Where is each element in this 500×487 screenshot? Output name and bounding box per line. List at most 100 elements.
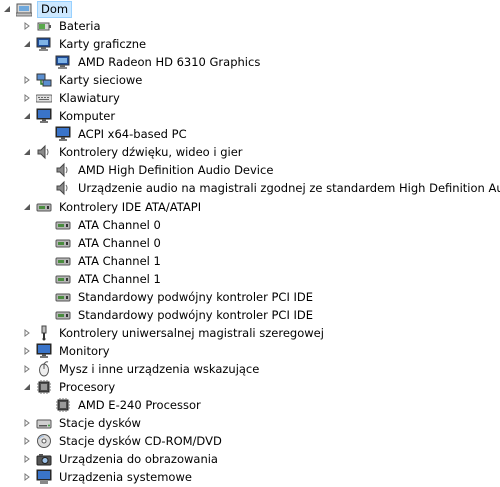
computer-icon bbox=[15, 1, 33, 17]
tree-category-node[interactable]: Kontrolery dźwięku, wideo i gier bbox=[22, 143, 245, 161]
tree-category-node[interactable]: Procesory bbox=[22, 378, 117, 396]
tree-node-label: AMD E-240 Processor bbox=[78, 398, 201, 412]
tree-node-label: Standardowy podwójny kontroler PCI IDE bbox=[78, 308, 314, 322]
tree-root[interactable]: Dom bbox=[2, 0, 73, 18]
tree-node-label: Stacje dysków CD-ROM/DVD bbox=[59, 434, 222, 448]
tree-node-label: Urządzenia systemowe bbox=[59, 470, 192, 484]
cdrom-icon bbox=[35, 433, 53, 449]
expand-arrow-icon[interactable] bbox=[22, 450, 32, 468]
tree-node-label: Komputer bbox=[59, 109, 116, 123]
tree-device-node[interactable]: ATA Channel 0 bbox=[41, 216, 163, 234]
expand-arrow-icon[interactable] bbox=[22, 360, 32, 378]
ide-controller-icon bbox=[54, 217, 72, 233]
tree-device-node[interactable]: Standardowy podwójny kontroler PCI IDE bbox=[41, 288, 315, 306]
ide-controller-icon bbox=[54, 235, 72, 251]
tree-node-label: ATA Channel 1 bbox=[78, 254, 161, 268]
collapse-arrow-icon[interactable] bbox=[22, 198, 32, 216]
expand-arrow-icon[interactable] bbox=[22, 71, 32, 89]
expand-arrow-icon[interactable] bbox=[22, 432, 32, 450]
tree-node-label: ACPI x64-based PC bbox=[78, 127, 187, 141]
expand-arrow-icon[interactable] bbox=[22, 17, 32, 35]
collapse-arrow-icon[interactable] bbox=[2, 0, 12, 18]
tree-category-node[interactable]: Stacje dysków CD-ROM/DVD bbox=[22, 432, 224, 450]
tree-node-label: Stacje dysków bbox=[59, 416, 141, 430]
battery-icon bbox=[35, 18, 53, 34]
tree-category-node[interactable]: Monitory bbox=[22, 342, 112, 360]
tree-device-node[interactable]: AMD High Definition Audio Device bbox=[41, 161, 275, 179]
expand-arrow-icon[interactable] bbox=[22, 324, 32, 342]
speaker-icon bbox=[54, 162, 72, 178]
disk-drive-icon bbox=[35, 415, 53, 431]
ide-controller-icon bbox=[54, 289, 72, 305]
tree-node-label: Monitory bbox=[59, 344, 110, 358]
collapse-arrow-icon[interactable] bbox=[22, 35, 32, 53]
tree-category-node[interactable]: Bateria bbox=[22, 17, 103, 35]
tree-node-label: Karty sieciowe bbox=[59, 73, 143, 87]
tree-node-label: Kontrolery IDE ATA/ATAPI bbox=[59, 200, 202, 214]
tree-category-node[interactable]: Urządzenia do obrazowania bbox=[22, 450, 220, 468]
speaker-icon bbox=[54, 180, 72, 196]
processor-icon bbox=[54, 397, 72, 413]
expand-arrow-icon[interactable] bbox=[22, 89, 32, 107]
expand-arrow-icon[interactable] bbox=[22, 414, 32, 432]
tree-node-label: ATA Channel 0 bbox=[78, 236, 161, 250]
tree-device-node[interactable]: Urządzenie audio na magistrali zgodnej z… bbox=[41, 179, 500, 197]
tree-category-node[interactable]: Karty graficzne bbox=[22, 35, 148, 53]
collapse-arrow-icon[interactable] bbox=[22, 378, 32, 396]
system-device-icon bbox=[35, 469, 53, 485]
tree-device-node[interactable]: ATA Channel 0 bbox=[41, 234, 163, 252]
tree-node-label: AMD High Definition Audio Device bbox=[78, 163, 274, 177]
monitor-icon bbox=[35, 108, 53, 124]
monitor-icon bbox=[35, 343, 53, 359]
network-adapter-icon bbox=[35, 72, 53, 88]
monitor-icon bbox=[54, 126, 72, 142]
tree-device-node[interactable]: ACPI x64-based PC bbox=[41, 125, 189, 143]
tree-category-node[interactable]: Urządzenia systemowe bbox=[22, 468, 194, 486]
tree-node-label: Karty graficzne bbox=[59, 37, 147, 51]
tree-device-node[interactable]: ATA Channel 1 bbox=[41, 270, 163, 288]
tree-category-node[interactable]: Komputer bbox=[22, 107, 117, 125]
tree-root-label: Dom bbox=[37, 0, 73, 18]
tree-device-node[interactable]: Standardowy podwójny kontroler PCI IDE bbox=[41, 306, 315, 324]
camera-icon bbox=[35, 451, 53, 467]
tree-device-node[interactable]: ATA Channel 1 bbox=[41, 252, 163, 270]
tree-category-node[interactable]: Karty sieciowe bbox=[22, 71, 144, 89]
mouse-icon bbox=[35, 361, 53, 377]
tree-node-label: Procesory bbox=[59, 380, 116, 394]
tree-node-label: AMD Radeon HD 6310 Graphics bbox=[78, 55, 261, 69]
collapse-arrow-icon[interactable] bbox=[22, 143, 32, 161]
display-adapter-icon bbox=[54, 54, 72, 70]
tree-node-label: Standardowy podwójny kontroler PCI IDE bbox=[78, 290, 314, 304]
tree-node-label: Kontrolery uniwersalnej magistrali szere… bbox=[59, 326, 324, 340]
ide-controller-icon bbox=[35, 199, 53, 215]
ide-controller-icon bbox=[54, 307, 72, 323]
tree-device-node[interactable]: AMD E-240 Processor bbox=[41, 396, 203, 414]
tree-category-node[interactable]: Mysz i inne urządzenia wskazujące bbox=[22, 360, 261, 378]
tree-node-label: Urządzenia do obrazowania bbox=[59, 452, 218, 466]
tree-category-node[interactable]: Kontrolery IDE ATA/ATAPI bbox=[22, 198, 203, 216]
expand-arrow-icon[interactable] bbox=[22, 468, 32, 486]
tree-category-node[interactable]: Klawiatury bbox=[22, 89, 122, 107]
collapse-arrow-icon[interactable] bbox=[22, 107, 32, 125]
tree-category-node[interactable]: Stacje dysków bbox=[22, 414, 143, 432]
ide-controller-icon bbox=[54, 271, 72, 287]
display-adapter-icon bbox=[35, 36, 53, 52]
speaker-icon bbox=[35, 144, 53, 160]
usb-icon bbox=[35, 325, 53, 341]
tree-node-label: Bateria bbox=[59, 19, 101, 33]
tree-node-label: Klawiatury bbox=[59, 91, 120, 105]
tree-device-node[interactable]: AMD Radeon HD 6310 Graphics bbox=[41, 53, 262, 71]
tree-category-node[interactable]: Kontrolery uniwersalnej magistrali szere… bbox=[22, 324, 326, 342]
keyboard-icon bbox=[35, 90, 53, 106]
tree-node-label: ATA Channel 0 bbox=[78, 218, 161, 232]
expand-arrow-icon[interactable] bbox=[22, 342, 32, 360]
